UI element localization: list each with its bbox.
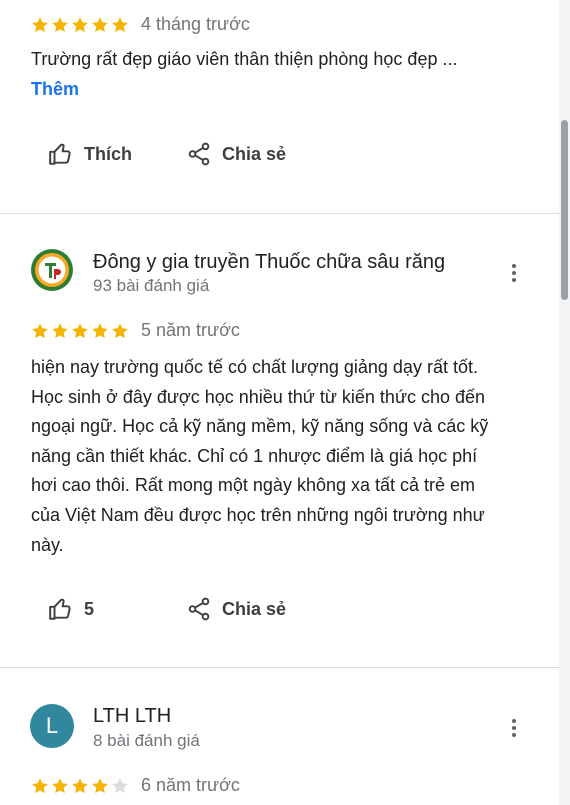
reviews-list: 4 tháng trước Trường rất đẹp giáo viên t… [0, 0, 559, 805]
more-vert-icon [512, 264, 516, 268]
more-vert-icon [512, 278, 516, 282]
star-rating [31, 322, 129, 340]
star-rating [31, 16, 129, 34]
review-text: Trường rất đẹp giáo viên thân thiện phòn… [31, 45, 531, 104]
review-text-line: hơi cao thôi. Rất mong một ngày không xa… [31, 475, 476, 496]
review-text: hiện nay trường quốc tế có chất lượng gi… [31, 353, 531, 560]
review-rating-row: 6 năm trước [31, 775, 240, 796]
share-button[interactable]: Chia sẻ [186, 141, 286, 167]
review-text-line: hiện nay trường quốc tế có chất lượng gi… [31, 357, 478, 377]
author-name[interactable]: Đông y gia truyền Thuốc chữa sâu răng [93, 251, 445, 274]
share-icon [188, 597, 210, 621]
review-text-line: này. [31, 534, 64, 555]
star-icon [52, 322, 68, 338]
star-icon [72, 322, 88, 338]
more-vert-icon [512, 271, 516, 275]
star-icon [32, 16, 48, 32]
share-label: Chia sẻ [222, 598, 287, 619]
star-icon [92, 322, 108, 338]
share-button[interactable]: Chia sẻ [186, 596, 286, 622]
star-icon [52, 777, 68, 793]
star-icon [92, 16, 108, 32]
more-vert-icon [512, 719, 516, 723]
avatar-letter: L [45, 713, 59, 738]
star-icon [112, 16, 128, 32]
scrollbar-thumb[interactable] [561, 120, 568, 300]
more-link[interactable]: Thêm [31, 79, 79, 99]
author-review-count: 8 bài đánh giá [93, 731, 200, 750]
review-text-line: Học sinh ở đây được học nhiều thứ từ kiế… [31, 386, 486, 407]
star-icon [112, 777, 128, 793]
review-rating-row: 4 tháng trước [31, 14, 250, 35]
like-count: 5 [84, 598, 95, 619]
divider [0, 213, 559, 214]
star-icon [72, 16, 88, 32]
star-icon [32, 777, 48, 793]
author-name[interactable]: LTH LTH [93, 705, 171, 728]
star-icon [112, 322, 128, 338]
more-vert-icon [512, 733, 516, 737]
like-label: Thích [84, 143, 132, 164]
review-text-line: Trường rất đẹp giáo viên thân thiện phòn… [31, 49, 458, 69]
avatar[interactable]: L [30, 704, 74, 748]
review-rating-row: 5 năm trước [31, 320, 240, 341]
like-button[interactable]: 5 [48, 596, 94, 622]
review-time: 5 năm trước [141, 320, 240, 340]
author-review-count: 93 bài đánh giá [93, 276, 210, 295]
review-time: 4 tháng trước [141, 14, 250, 34]
review-time: 6 năm trước [141, 775, 240, 795]
star-icon [92, 777, 108, 793]
share-icon [188, 142, 210, 166]
like-button[interactable]: Thích [48, 141, 132, 167]
star-icon [32, 322, 48, 338]
share-label: Chia sẻ [222, 143, 287, 164]
review-text-line: năng cần thiết khác. Chỉ có 1 nhược điểm… [31, 445, 478, 466]
more-vert-icon [512, 726, 516, 730]
review-text-line: của Việt Nam đều được học trên những ngô… [31, 504, 485, 525]
logo-tp-icon [31, 249, 73, 291]
review-text-line: ngoại ngữ. Học cả kỹ năng mềm, kỹ năng s… [31, 416, 489, 437]
avatar[interactable] [30, 248, 74, 292]
thumb-up-icon [49, 143, 71, 165]
thumb-up-icon [49, 598, 71, 620]
star-rating [31, 777, 129, 795]
star-icon [52, 16, 68, 32]
more-options-button[interactable] [500, 714, 528, 742]
divider [0, 667, 559, 668]
star-icon [72, 777, 88, 793]
more-options-button[interactable] [500, 259, 528, 287]
scrollbar[interactable] [559, 0, 570, 805]
